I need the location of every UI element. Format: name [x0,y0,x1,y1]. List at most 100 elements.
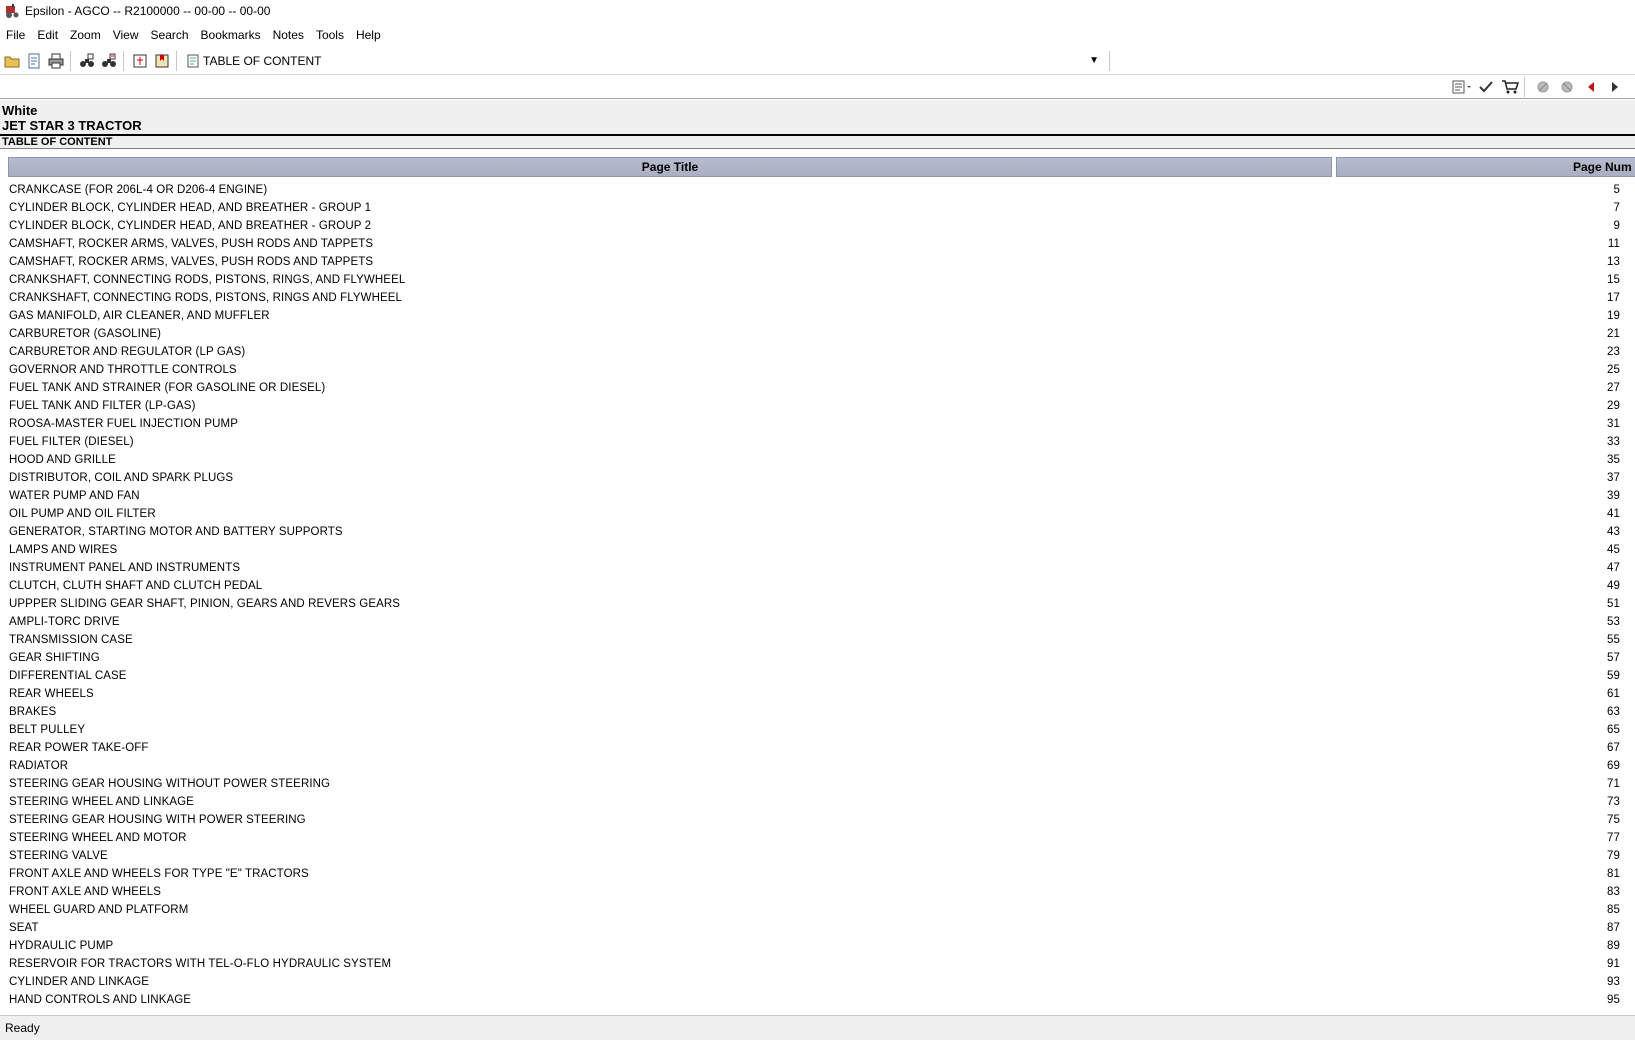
menu-view[interactable]: View [107,28,145,42]
row-page-title[interactable]: CLUTCH, CLUTH SHAFT AND CLUTCH PEDAL [9,580,262,592]
row-page-title[interactable]: WATER PUMP AND FAN [9,490,140,502]
table-row[interactable]: OIL PUMP AND OIL FILTER 41 [0,506,1635,524]
row-page-title[interactable]: HOOD AND GRILLE [9,454,116,466]
row-page-title[interactable]: REAR POWER TAKE-OFF [9,742,148,754]
row-page-title[interactable]: GEAR SHIFTING [9,652,100,664]
binoculars-next-icon[interactable] [99,51,119,71]
row-page-title[interactable]: STEERING WHEEL AND LINKAGE [9,796,194,808]
row-page-title[interactable]: CYLINDER BLOCK, CYLINDER HEAD, AND BREAT… [9,202,371,214]
table-row[interactable]: GEAR SHIFTING 57 [0,650,1635,668]
parts-disabled-2-icon[interactable] [1557,77,1577,97]
table-row[interactable]: WHEEL GUARD AND PLATFORM 85 [0,902,1635,920]
save-icon[interactable] [24,51,44,71]
row-page-title[interactable]: RESERVOIR FOR TRACTORS WITH TEL-O-FLO HY… [9,958,391,970]
row-page-title[interactable]: FUEL TANK AND STRAINER (FOR GASOLINE OR … [9,382,325,394]
row-page-title[interactable]: STEERING GEAR HOUSING WITHOUT POWER STEE… [9,778,330,790]
table-row[interactable]: CLUTCH, CLUTH SHAFT AND CLUTCH PEDAL 49 [0,578,1635,596]
table-row[interactable]: STEERING WHEEL AND MOTOR 77 [0,830,1635,848]
book-icon[interactable] [130,51,150,71]
row-page-title[interactable]: DISTRIBUTOR, COIL AND SPARK PLUGS [9,472,233,484]
table-row[interactable]: CYLINDER BLOCK, CYLINDER HEAD, AND BREAT… [0,218,1635,236]
table-row[interactable]: AMPLI-TORC DRIVE 53 [0,614,1635,632]
row-page-title[interactable]: FRONT AXLE AND WHEELS FOR TYPE "E" TRACT… [9,868,309,880]
row-page-title[interactable]: STEERING VALVE [9,850,108,862]
table-row[interactable]: FUEL TANK AND FILTER (LP-GAS) 29 [0,398,1635,416]
menu-search[interactable]: Search [145,28,195,42]
table-row[interactable]: CYLINDER BLOCK, CYLINDER HEAD, AND BREAT… [0,200,1635,218]
row-page-title[interactable]: BRAKES [9,706,56,718]
row-page-title[interactable]: SEAT [9,922,39,934]
row-page-title[interactable]: CARBURETOR (GASOLINE) [9,328,161,340]
row-page-title[interactable]: GENERATOR, STARTING MOTOR AND BATTERY SU… [9,526,343,538]
table-row[interactable]: HAND CONTROLS AND LINKAGE 95 [0,992,1635,1010]
binoculars-icon[interactable] [77,51,97,71]
bookmark-book-icon[interactable] [152,51,172,71]
menu-bookmarks[interactable]: Bookmarks [195,28,267,42]
next-arrow-icon[interactable] [1605,77,1625,97]
row-page-title[interactable]: RADIATOR [9,760,68,772]
table-row[interactable]: RESERVOIR FOR TRACTORS WITH TEL-O-FLO HY… [0,956,1635,974]
table-row[interactable]: BELT PULLEY 65 [0,722,1635,740]
menu-zoom[interactable]: Zoom [64,28,107,42]
table-row[interactable]: TRANSMISSION CASE 55 [0,632,1635,650]
print-icon[interactable] [46,51,66,71]
row-page-title[interactable]: GAS MANIFOLD, AIR CLEANER, AND MUFFLER [9,310,270,322]
row-page-title[interactable]: CYLINDER AND LINKAGE [9,976,149,988]
table-row[interactable]: BRAKES 63 [0,704,1635,722]
menu-notes[interactable]: Notes [267,28,310,42]
table-row[interactable]: DIFFERENTIAL CASE 59 [0,668,1635,686]
table-row[interactable]: RADIATOR 69 [0,758,1635,776]
table-row[interactable]: FUEL FILTER (DIESEL) 33 [0,434,1635,452]
table-row[interactable]: DISTRIBUTOR, COIL AND SPARK PLUGS 37 [0,470,1635,488]
row-page-title[interactable]: GOVERNOR AND THROTTLE CONTROLS [9,364,237,376]
table-row[interactable]: CRANKSHAFT, CONNECTING RODS, PISTONS, RI… [0,290,1635,308]
open-folder-icon[interactable] [2,51,22,71]
check-icon[interactable] [1476,77,1496,97]
chevron-down-icon[interactable]: ▼ [1089,55,1099,66]
cart-icon[interactable] [1500,77,1520,97]
table-row[interactable]: STEERING GEAR HOUSING WITH POWER STEERIN… [0,812,1635,830]
row-page-title[interactable]: FRONT AXLE AND WHEELS [9,886,161,898]
prev-arrow-icon[interactable] [1581,77,1601,97]
table-row[interactable]: WATER PUMP AND FAN 39 [0,488,1635,506]
parts-disabled-icon[interactable] [1533,77,1553,97]
row-page-title[interactable]: CAMSHAFT, ROCKER ARMS, VALVES, PUSH RODS… [9,256,373,268]
row-page-title[interactable]: CAMSHAFT, ROCKER ARMS, VALVES, PUSH RODS… [9,238,373,250]
row-page-title[interactable]: STEERING GEAR HOUSING WITH POWER STEERIN… [9,814,306,826]
table-row[interactable]: HYDRAULIC PUMP 89 [0,938,1635,956]
table-row[interactable]: INSTRUMENT PANEL AND INSTRUMENTS 47 [0,560,1635,578]
table-row[interactable]: HOOD AND GRILLE 35 [0,452,1635,470]
row-page-title[interactable]: STEERING WHEEL AND MOTOR [9,832,186,844]
column-header-page-title[interactable]: Page Title [8,157,1332,177]
table-row[interactable]: REAR POWER TAKE-OFF 67 [0,740,1635,758]
row-page-title[interactable]: CRANKCASE (FOR 206L-4 OR D206-4 ENGINE) [9,184,267,196]
column-header-page-num[interactable]: Page Num [1336,157,1635,177]
menu-edit[interactable]: Edit [31,28,64,42]
table-row[interactable]: STEERING GEAR HOUSING WITHOUT POWER STEE… [0,776,1635,794]
menu-help[interactable]: Help [350,28,387,42]
table-row[interactable]: FUEL TANK AND STRAINER (FOR GASOLINE OR … [0,380,1635,398]
menu-tools[interactable]: Tools [310,28,350,42]
row-page-title[interactable]: CRANKSHAFT, CONNECTING RODS, PISTONS, RI… [9,292,402,304]
table-row[interactable]: CAMSHAFT, ROCKER ARMS, VALVES, PUSH RODS… [0,236,1635,254]
table-row[interactable]: ROOSA-MASTER FUEL INJECTION PUMP 31 [0,416,1635,434]
row-page-title[interactable]: DIFFERENTIAL CASE [9,670,127,682]
row-page-title[interactable]: BELT PULLEY [9,724,85,736]
table-row[interactable]: GAS MANIFOLD, AIR CLEANER, AND MUFFLER 19 [0,308,1635,326]
row-page-title[interactable]: REAR WHEELS [9,688,94,700]
document-selector[interactable]: TABLE OF CONTENT ▼ [187,51,1103,71]
row-page-title[interactable]: OIL PUMP AND OIL FILTER [9,508,156,520]
table-row[interactable]: CAMSHAFT, ROCKER ARMS, VALVES, PUSH RODS… [0,254,1635,272]
row-page-title[interactable]: LAMPS AND WIRES [9,544,117,556]
table-row[interactable]: LAMPS AND WIRES 45 [0,542,1635,560]
notes-dropdown-icon[interactable] [1452,77,1472,97]
table-row[interactable]: CYLINDER AND LINKAGE 93 [0,974,1635,992]
row-page-title[interactable]: CYLINDER BLOCK, CYLINDER HEAD, AND BREAT… [9,220,371,232]
table-row[interactable]: GOVERNOR AND THROTTLE CONTROLS 25 [0,362,1635,380]
table-row[interactable]: CARBURETOR (GASOLINE) 21 [0,326,1635,344]
table-row[interactable]: REAR WHEELS 61 [0,686,1635,704]
table-row[interactable]: STEERING WHEEL AND LINKAGE 73 [0,794,1635,812]
table-row[interactable]: FRONT AXLE AND WHEELS FOR TYPE "E" TRACT… [0,866,1635,884]
row-page-title[interactable]: HAND CONTROLS AND LINKAGE [9,994,191,1006]
table-row[interactable]: CRANKSHAFT, CONNECTING RODS, PISTONS, RI… [0,272,1635,290]
